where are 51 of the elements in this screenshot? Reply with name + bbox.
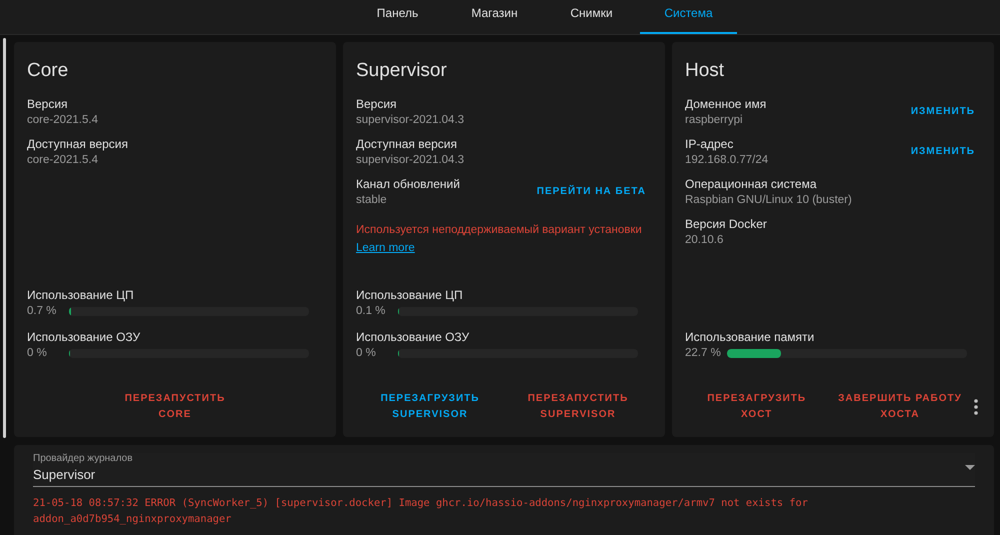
card-title: Core xyxy=(27,60,70,82)
info-label: Операционная система xyxy=(685,176,818,192)
meter-reading: 0.1 % xyxy=(356,304,386,319)
meter-label: Использование памяти xyxy=(685,329,816,345)
info-value: supervisor-2021.04.3 xyxy=(356,153,464,168)
card-action-button[interactable]: ПЕРЕЗАГРУЗИТЬ ХОСТ xyxy=(686,387,827,427)
card-action-button[interactable]: ПЕРЕЗАГРУЗИТЬ SUPERVISOR xyxy=(360,387,500,427)
select-label: Провайдер журналов xyxy=(33,453,133,464)
info-value: stable xyxy=(356,193,388,208)
info-value: 20.10.6 xyxy=(685,233,724,248)
tab[interactable]: Снимки xyxy=(543,0,640,34)
info-action-button[interactable]: ИЗМЕНИТЬ xyxy=(904,100,981,124)
dropdown-icon xyxy=(965,465,975,470)
meter-reading: 0 % xyxy=(356,346,377,361)
tab[interactable]: Система xyxy=(640,0,737,34)
meter-reading: 0 % xyxy=(27,346,48,361)
meter-reading: 22.7 % xyxy=(685,346,721,361)
info-value: core-2021.5.4 xyxy=(27,153,99,168)
meter-label: Использование ОЗУ xyxy=(356,329,470,345)
info-label: Версия Docker xyxy=(685,216,767,232)
warning-text: Используется неподдерживаемый вариант установки xyxy=(356,223,643,238)
log-provider-select[interactable]: Провайдер журналов Supervisor xyxy=(33,453,975,487)
info-action-button[interactable]: ПЕРЕЙТИ НА БЕТА xyxy=(530,180,652,204)
meter-reading: 0.7 % xyxy=(27,304,58,319)
tab[interactable]: Магазин xyxy=(446,0,543,34)
info-value: supervisor-2021.04.3 xyxy=(356,113,464,128)
info-label: Доменное имя xyxy=(685,96,766,112)
meter-label: Использование ЦП xyxy=(27,287,135,303)
more-menu-icon[interactable] xyxy=(973,399,980,415)
info-label: Канал обновлений xyxy=(356,176,460,192)
info-label: Версия xyxy=(27,96,69,112)
card-title: Supervisor xyxy=(356,60,448,82)
meter-label: Использование ЦП xyxy=(356,287,464,303)
info-label: IP-адрес xyxy=(685,136,734,152)
info-label: Версия xyxy=(356,96,398,112)
card-action-button[interactable]: ПЕРЕЗАПУСТИТЬ CORE xyxy=(105,387,245,427)
info-value: 192.168.0.77/24 xyxy=(685,153,768,168)
info-action-button[interactable]: ИЗМЕНИТЬ xyxy=(904,140,981,164)
card-action-button[interactable]: ЗАВЕРШИТЬ РАБОТУ ХОСТА xyxy=(830,387,970,427)
card-action-button[interactable]: ПЕРЕЗАПУСТИТЬ SUPERVISOR xyxy=(508,387,648,427)
info-value: raspberrypi xyxy=(685,113,744,128)
info-value: Raspbian GNU/Linux 10 (buster) xyxy=(685,193,852,208)
log-line: 21-05-18 08:57:32 ERROR (SyncWorker_5) [supervisor.docker] Image ghcr.io/hassio-addons/nginxproxymanager/armv7 not exists for addon_a0d7b954_nginxproxymanager xyxy=(33,496,809,527)
info-label: Доступная версия xyxy=(356,136,458,152)
meter-label: Использование ОЗУ xyxy=(27,329,142,345)
select-value: Supervisor xyxy=(33,467,96,482)
info-label: Доступная версия xyxy=(27,136,128,152)
info-value: core-2021.5.4 xyxy=(27,113,98,128)
learn-more-link[interactable]: Learn more xyxy=(356,242,415,254)
tab[interactable]: Панель xyxy=(349,0,446,34)
card-title: Host xyxy=(685,60,726,82)
